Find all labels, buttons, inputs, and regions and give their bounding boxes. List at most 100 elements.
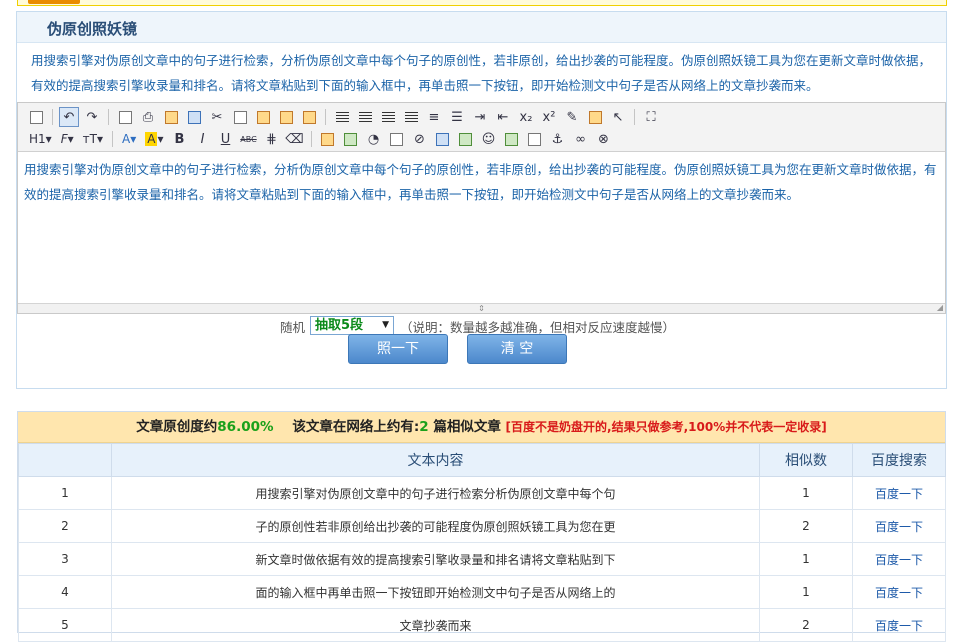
summary-warning: [百度不是奶盘开的,结果只做参考,100%并不代表一定收录] bbox=[505, 420, 827, 434]
row-text: 用搜索引擎对伪原创文章中的句子进行检索分析伪原创文章中每个句 bbox=[111, 476, 760, 510]
code-icon[interactable] bbox=[184, 107, 204, 127]
media-icon[interactable] bbox=[387, 129, 407, 149]
tool-panel: 伪原创照妖镜 用搜索引擎对伪原创文章中的句子进行检索，分析伪原创文章中每个句子的… bbox=[16, 11, 947, 389]
toolbar-row-2: H1▾ F▾ тT▾ A▾ A▾ B I U ABC ⋕ ⌫ ◔ ⊘ bbox=[26, 128, 614, 150]
intro-text: 用搜索引擎对伪原创文章中的句子进行检索，分析伪原创文章中每个句子的原创性，若非原… bbox=[31, 53, 932, 93]
subscript-icon[interactable]: x₂ bbox=[516, 107, 536, 127]
results-summary: 文章原创度约86.00% 该文章在网络上约有:2 篇相似文章 [百度不是奶盘开的… bbox=[18, 412, 945, 443]
font-size-dropdown[interactable]: тT ▾ bbox=[80, 129, 106, 149]
outdent-icon[interactable]: ⇤ bbox=[493, 107, 513, 127]
cut-icon[interactable]: ✂ bbox=[207, 107, 227, 127]
table-row: 5 文章抄袭而来 2 百度一下 bbox=[18, 608, 946, 642]
paste-word-icon[interactable] bbox=[299, 107, 319, 127]
print-icon[interactable]: ⎙ bbox=[138, 107, 158, 127]
redo-icon[interactable]: ↷ bbox=[82, 107, 102, 127]
row-text: 新文章时做依据有效的提高搜索引擎收录量和排名请将文章粘贴到下 bbox=[111, 542, 760, 576]
multi-image-icon[interactable] bbox=[341, 129, 361, 149]
paste-text-icon[interactable] bbox=[276, 107, 296, 127]
summary-mid: 该文章在网络上约有: bbox=[292, 419, 420, 435]
row-text: 面的输入框中再单击照一下按钮即开始检测文中句子是否从网络上的 bbox=[111, 575, 760, 609]
toolbar-divider bbox=[112, 131, 113, 147]
font-color-dropdown[interactable]: A ▾ bbox=[119, 129, 139, 149]
link-icon[interactable]: ∞ bbox=[571, 129, 591, 149]
bold-button[interactable]: B bbox=[170, 129, 190, 149]
results-panel: 文章原创度约86.00% 该文章在网络上约有:2 篇相似文章 [百度不是奶盘开的… bbox=[17, 411, 946, 642]
rich-text-editor: ↶ ↷ ⎙ ✂ ≡ ☰ ⇥ ⇤ x₂ x² ✎ ↖ ⛶ H1 ▾ F ▾ тT … bbox=[17, 102, 946, 314]
anchor-icon[interactable]: ⚓ bbox=[548, 129, 568, 149]
paste-icon[interactable] bbox=[253, 107, 273, 127]
baidu-search-link[interactable]: 百度一下 bbox=[852, 476, 946, 510]
image-insert-icon[interactable] bbox=[318, 129, 338, 149]
baidu-search-link[interactable]: 百度一下 bbox=[852, 542, 946, 576]
fullscreen-icon[interactable]: ⛶ bbox=[641, 107, 661, 127]
flash-icon[interactable]: ◔ bbox=[364, 129, 384, 149]
row-similar-count: 2 bbox=[759, 608, 853, 642]
check-button[interactable]: 照一下 bbox=[348, 334, 448, 364]
summary-suffix: 篇相似文章 bbox=[433, 419, 501, 435]
row-index: 4 bbox=[18, 575, 112, 609]
editor-content-area[interactable]: 用搜索引擎对伪原创文章中的句子进行检索，分析伪原创文章中每个句子的原创性，若非原… bbox=[24, 157, 939, 207]
dropdown-arrow-icon: ▼ bbox=[382, 320, 389, 330]
heading-dropdown[interactable]: H1 ▾ bbox=[26, 129, 55, 149]
sample-count-select[interactable]: 抽取5段 ▼ bbox=[310, 316, 394, 335]
col-header-index bbox=[18, 443, 112, 477]
special-char-icon[interactable] bbox=[525, 129, 545, 149]
unlink-icon[interactable]: ⊗ bbox=[594, 129, 614, 149]
table-row: 2 子的原创性若非原创给出抄袭的可能程度伪原创照妖镜工具为您在更 2 百度一下 bbox=[18, 509, 946, 543]
table-header-row: 文本内容 相似数 百度搜索 bbox=[18, 443, 946, 477]
col-header-baidu: 百度搜索 bbox=[852, 443, 946, 477]
font-family-dropdown[interactable]: F ▾ bbox=[58, 129, 77, 149]
top-tab-marker bbox=[28, 0, 80, 4]
horizontal-rule-icon[interactable]: ⋕ bbox=[262, 129, 282, 149]
panel-header bbox=[17, 12, 946, 43]
row-text: 子的原创性若非原创给出抄袭的可能程度伪原创照妖镜工具为您在更 bbox=[111, 509, 760, 543]
page-break-icon[interactable] bbox=[456, 129, 476, 149]
panel-title: 伪原创照妖镜 bbox=[47, 20, 138, 38]
attachment-icon[interactable]: ⊘ bbox=[410, 129, 430, 149]
toolbar-divider bbox=[52, 109, 53, 125]
toolbar-divider bbox=[310, 131, 312, 147]
align-left-icon[interactable] bbox=[332, 107, 352, 127]
row-index: 3 bbox=[18, 542, 112, 576]
col-header-text: 文本内容 bbox=[111, 443, 760, 477]
template-icon[interactable] bbox=[161, 107, 181, 127]
cursor-icon[interactable]: ↖ bbox=[608, 107, 628, 127]
originality-value: 86.00% bbox=[217, 419, 274, 435]
toolbar-divider bbox=[634, 109, 635, 125]
baidu-search-link[interactable]: 百度一下 bbox=[852, 608, 946, 642]
align-center-icon[interactable] bbox=[355, 107, 375, 127]
editor-resize-handle[interactable]: ⇕ bbox=[18, 303, 945, 313]
baidu-search-link[interactable]: 百度一下 bbox=[852, 575, 946, 609]
align-right-icon[interactable] bbox=[378, 107, 398, 127]
undo-icon[interactable]: ↶ bbox=[59, 107, 79, 127]
row-similar-count: 2 bbox=[759, 509, 853, 543]
align-justify-icon[interactable] bbox=[401, 107, 421, 127]
source-icon[interactable] bbox=[26, 107, 46, 127]
unordered-list-icon[interactable]: ☰ bbox=[447, 107, 467, 127]
toolbar-divider bbox=[325, 109, 326, 125]
col-header-similar: 相似数 bbox=[759, 443, 853, 477]
strikethrough-button[interactable]: ABC bbox=[239, 129, 259, 149]
underline-button[interactable]: U bbox=[216, 129, 236, 149]
copy-icon[interactable] bbox=[230, 107, 250, 127]
toolbar-divider bbox=[108, 109, 109, 125]
table-icon[interactable] bbox=[433, 129, 453, 149]
superscript-icon[interactable]: x² bbox=[539, 107, 559, 127]
image-icon[interactable] bbox=[502, 129, 522, 149]
table-row: 4 面的输入框中再单击照一下按钮即开始检测文中句子是否从网络上的 1 百度一下 bbox=[18, 575, 946, 609]
ordered-list-icon[interactable]: ≡ bbox=[424, 107, 444, 127]
preview-icon[interactable] bbox=[115, 107, 135, 127]
select-all-icon[interactable] bbox=[585, 107, 605, 127]
row-similar-count: 1 bbox=[759, 476, 853, 510]
row-similar-count: 1 bbox=[759, 575, 853, 609]
highlight-color-dropdown[interactable]: A ▾ bbox=[142, 129, 166, 149]
editor-resize-corner-icon[interactable]: ◢ bbox=[937, 303, 943, 312]
clear-format-icon[interactable]: ✎ bbox=[562, 107, 582, 127]
baidu-search-link[interactable]: 百度一下 bbox=[852, 509, 946, 543]
clear-button[interactable]: 清 空 bbox=[467, 334, 567, 364]
editor-toolbar: ↶ ↷ ⎙ ✂ ≡ ☰ ⇥ ⇤ x₂ x² ✎ ↖ ⛶ H1 ▾ F ▾ тT … bbox=[18, 103, 945, 152]
italic-button[interactable]: I bbox=[193, 129, 213, 149]
eraser-icon[interactable]: ⌫ bbox=[285, 129, 305, 149]
indent-icon[interactable]: ⇥ bbox=[470, 107, 490, 127]
emoticon-icon[interactable]: ☺ bbox=[479, 129, 499, 149]
